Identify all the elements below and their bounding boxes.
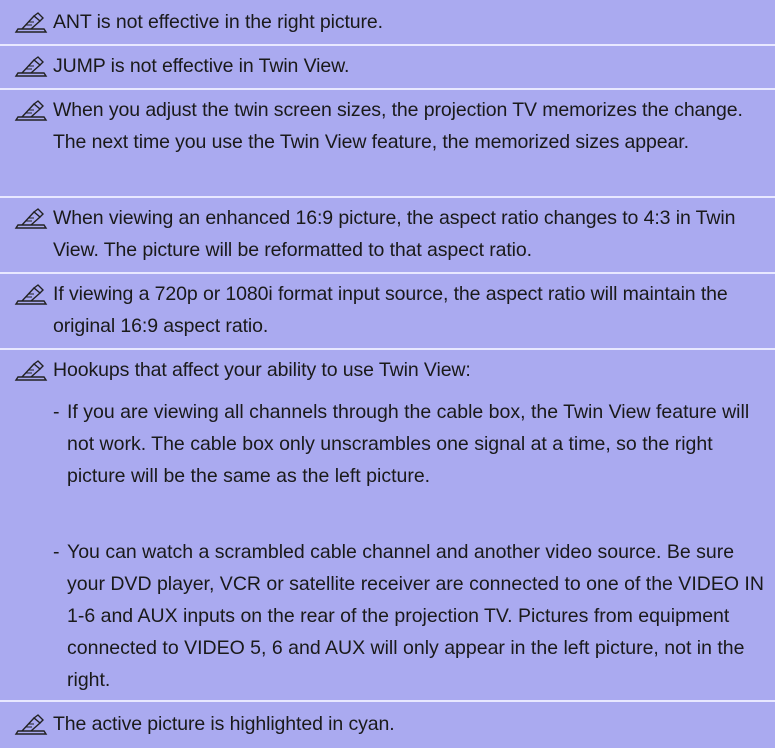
sub-item-text: You can watch a scrambled cable channel … — [67, 541, 764, 691]
sub-item: - If you are viewing all channels throug… — [53, 396, 765, 492]
note-item: When viewing an enhanced 16:9 picture, t… — [14, 202, 765, 266]
writing-hand-note-icon — [14, 360, 48, 381]
writing-hand-note-icon — [14, 284, 48, 305]
note-text: JUMP is not effective in Twin View. — [53, 55, 350, 77]
note-item: When you adjust the twin screen sizes, t… — [14, 94, 765, 158]
sub-item-dash: - — [53, 401, 60, 423]
writing-hand-note-icon — [14, 12, 48, 33]
note-text: If viewing a 720p or 1080i format input … — [53, 283, 728, 337]
sub-item-text: If you are viewing all channels through … — [67, 401, 750, 487]
divider — [0, 44, 775, 46]
note-text: When viewing an enhanced 16:9 picture, t… — [53, 207, 736, 261]
sub-item-dash: - — [53, 541, 60, 563]
divider — [0, 272, 775, 274]
note-text: Hookups that affect your ability to use … — [53, 359, 471, 381]
sub-item: - You can watch a scrambled cable channe… — [53, 536, 765, 696]
writing-hand-note-icon — [14, 100, 48, 121]
note-item: JUMP is not effective in Twin View. — [14, 50, 765, 82]
note-text: ANT is not effective in the right pictur… — [53, 11, 383, 33]
note-text: The active picture is highlighted in cya… — [53, 713, 395, 735]
writing-hand-note-icon — [14, 208, 48, 229]
note-item: Hookups that affect your ability to use … — [14, 354, 765, 386]
divider — [0, 196, 775, 198]
divider — [0, 700, 775, 702]
notes-panel: ANT is not effective in the right pictur… — [0, 0, 775, 748]
writing-hand-note-icon — [14, 56, 48, 77]
note-item: If viewing a 720p or 1080i format input … — [14, 278, 765, 342]
writing-hand-note-icon — [14, 714, 48, 735]
divider — [0, 88, 775, 90]
note-item: ANT is not effective in the right pictur… — [14, 6, 765, 38]
note-item: The active picture is highlighted in cya… — [14, 708, 765, 740]
divider — [0, 348, 775, 350]
note-text: When you adjust the twin screen sizes, t… — [53, 99, 743, 153]
